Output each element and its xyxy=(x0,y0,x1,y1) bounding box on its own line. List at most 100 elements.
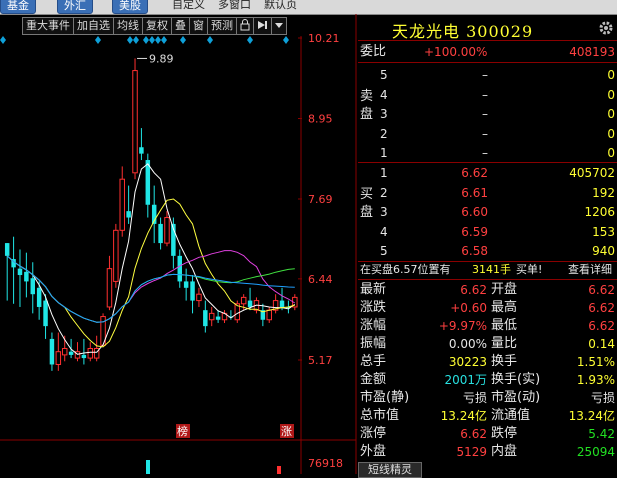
candle-body xyxy=(119,178,125,231)
event-marker-icon xyxy=(207,36,213,44)
order-book-row[interactable]: 2 6.61 192 xyxy=(358,183,617,203)
stat-value: 5129 xyxy=(456,445,487,459)
volume: 940 xyxy=(592,244,615,258)
stat-value: +0.60 xyxy=(450,301,487,315)
candle-body xyxy=(4,243,10,256)
order-book-row[interactable]: 5 – 0 xyxy=(358,65,617,85)
order-book-row[interactable]: 3 – 0 xyxy=(358,104,617,124)
stock-title: 天龙光电 300029 xyxy=(392,22,534,41)
order-book-row[interactable]: 4 – 0 xyxy=(358,85,617,105)
level: 1 xyxy=(380,166,388,180)
candle-body xyxy=(87,348,94,359)
chart-toolbar: 重大事件 加自选 均线 复权 叠 窗 预测 xyxy=(22,17,287,35)
order-book-row[interactable]: 3 6.60 1206 xyxy=(358,202,617,222)
order-book-row[interactable]: 5 6.58 940 xyxy=(358,241,617,261)
price: – xyxy=(482,126,488,141)
event-badge-label: 涨 xyxy=(281,425,292,438)
moving-average-line xyxy=(6,163,296,355)
stat-label: 流通值 xyxy=(491,408,531,423)
stat-value: +9.97% xyxy=(438,319,487,333)
level: 2 xyxy=(380,185,388,200)
event-marker-icon xyxy=(133,36,139,44)
chevron-down-icon[interactable] xyxy=(271,17,287,35)
event-badge-label: 榜 xyxy=(177,424,188,438)
order-book-row[interactable]: 1 – 0 xyxy=(358,143,617,163)
level: 4 xyxy=(380,224,388,239)
volume: 0 xyxy=(607,87,615,102)
weibi-value: +100.00% xyxy=(424,45,488,59)
short-line-wizard-tab[interactable]: 短线精灵 xyxy=(358,462,422,478)
stat-label: 金额 xyxy=(360,372,387,387)
candle-body xyxy=(240,296,247,305)
stat-value: 6.62 xyxy=(588,319,615,333)
price: 6.60 xyxy=(461,205,488,219)
volume-axis-label: 76918 xyxy=(308,457,343,470)
event-marker-icon xyxy=(283,36,289,44)
play-next-icon[interactable] xyxy=(253,17,272,35)
candle-body xyxy=(126,211,131,218)
major-events-button[interactable]: 重大事件 xyxy=(22,17,74,35)
price-axis-label: 8.95 xyxy=(308,113,333,126)
candle-body xyxy=(196,293,202,302)
stat-value: 6.62 xyxy=(588,283,615,297)
stat-value: 亏损 xyxy=(462,391,487,405)
lock-icon[interactable] xyxy=(236,17,254,35)
stat-label: 最新 xyxy=(360,282,387,297)
stat-value: 0.14 xyxy=(588,337,615,351)
event-marker-icon xyxy=(247,36,253,44)
stats-row: 市盈(静) 亏损 市盈(动) 亏损 xyxy=(358,389,617,407)
stat-value: 0.00% xyxy=(448,337,487,351)
candle-body xyxy=(266,309,272,321)
add-watchlist-button[interactable]: 加自选 xyxy=(73,17,114,35)
alert-text: 在买盘6.57位置有 xyxy=(360,263,451,276)
kline-chart[interactable]: 10.21 8.95 7.69 6.44 5.17 76918 9.89 榜 涨 xyxy=(0,0,358,474)
candle-body xyxy=(36,287,42,307)
price: – xyxy=(482,87,488,102)
candle-body xyxy=(203,310,208,327)
level: 3 xyxy=(380,205,388,219)
stats-row: 总手 30223 换手 1.51% xyxy=(358,353,617,371)
level: 5 xyxy=(380,68,388,82)
candle-body xyxy=(49,338,55,365)
adjust-price-button[interactable]: 复权 xyxy=(142,17,172,35)
moving-average-button[interactable]: 均线 xyxy=(113,17,143,35)
sell-label: 卖盘 xyxy=(360,89,374,122)
stat-label: 开盘 xyxy=(491,282,518,297)
stats-row: 金额 2001万 换手(实) 1.93% xyxy=(358,371,617,389)
gear-icon[interactable] xyxy=(598,20,614,39)
candle-body xyxy=(17,268,23,276)
candle-body xyxy=(113,229,119,282)
level: 1 xyxy=(380,146,388,160)
stat-value: 13.24亿 xyxy=(568,409,615,423)
candle-body xyxy=(81,354,87,359)
stat-label: 总市值 xyxy=(360,408,400,423)
price: 6.58 xyxy=(461,244,488,258)
stat-label: 跌停 xyxy=(491,426,518,441)
stats-row: 外盘 5129 内盘 25094 xyxy=(358,443,617,461)
stat-value: 5.42 xyxy=(588,427,615,441)
event-marker-icon xyxy=(0,36,6,44)
overlay-button[interactable]: 叠 xyxy=(171,17,190,35)
volume: 192 xyxy=(592,185,615,200)
stat-value: 1.93% xyxy=(576,373,615,387)
stat-label: 换手(实) xyxy=(491,372,541,387)
volume-bar xyxy=(146,460,150,474)
stat-value: 6.62 xyxy=(460,427,487,441)
volume: 405702 xyxy=(569,166,615,180)
order-book-row[interactable]: 4 6.59 153 xyxy=(358,222,617,242)
price: – xyxy=(482,146,488,160)
order-book-row[interactable]: 2 – 0 xyxy=(358,124,617,144)
candle-body xyxy=(177,255,182,282)
candle-body xyxy=(24,271,29,282)
stat-value: 25094 xyxy=(576,445,615,459)
forecast-button[interactable]: 预测 xyxy=(207,17,237,35)
level: 2 xyxy=(380,126,388,141)
level: 3 xyxy=(380,107,388,121)
candle-body xyxy=(208,312,215,321)
window-button[interactable]: 窗 xyxy=(189,17,208,35)
high-price-label: 9.89 xyxy=(149,52,174,65)
view-detail-link[interactable]: 查看详细 xyxy=(568,261,612,279)
volume: 153 xyxy=(592,224,615,239)
order-book-row[interactable]: 1 6.62 405702 xyxy=(358,163,617,183)
event-marker-icon xyxy=(161,36,167,44)
